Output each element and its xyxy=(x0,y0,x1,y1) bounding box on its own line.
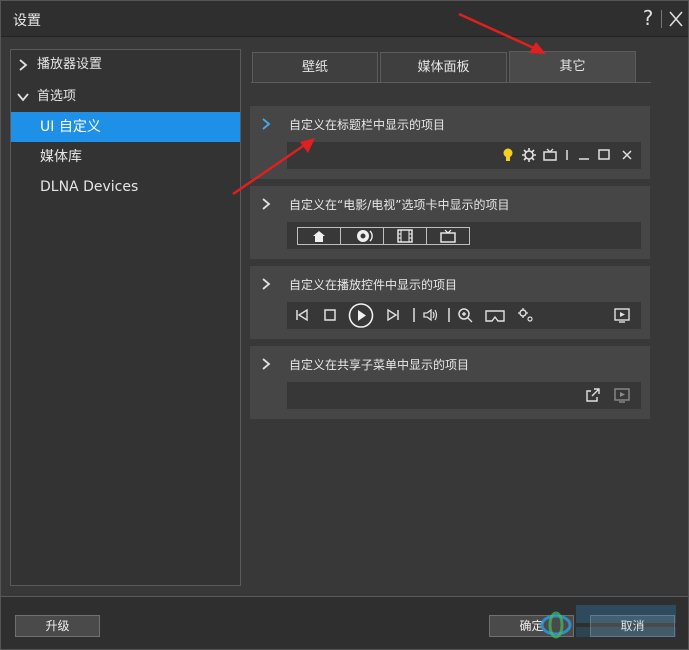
help-button[interactable]: ? xyxy=(639,5,657,31)
sidebar-item-media-library[interactable]: 媒体库 xyxy=(11,142,240,172)
tv-icon xyxy=(440,229,456,243)
tab-underline xyxy=(251,82,651,83)
section-title: 自定义在共享子菜单中显示的项目 xyxy=(289,358,470,372)
volume-icon[interactable] xyxy=(422,306,440,324)
zoom-icon[interactable] xyxy=(456,306,474,324)
sidebar-item-ui-customize[interactable]: UI 自定义 xyxy=(11,112,240,142)
section-titlebar-items: 自定义在标题栏中显示的项目 xyxy=(250,106,650,179)
close-icon xyxy=(669,11,683,27)
sidebar-item-dlna-devices[interactable]: DLNA Devices xyxy=(11,172,240,202)
upgrade-button[interactable]: 升级 xyxy=(15,615,100,637)
section-playback-controls: 自定义在播放控件中显示的项目 xyxy=(250,266,650,339)
vr-icon[interactable] xyxy=(484,307,506,325)
close-icon[interactable] xyxy=(618,146,636,164)
title-bar: 设置 ? xyxy=(1,1,688,37)
tab-wallpaper[interactable]: 壁纸 xyxy=(252,52,378,83)
movie-tv-items-bar xyxy=(287,222,641,249)
cast-icon[interactable] xyxy=(613,306,631,324)
minimize-icon[interactable] xyxy=(575,146,593,164)
chevron-right-icon[interactable] xyxy=(260,356,272,372)
skip-back-icon[interactable] xyxy=(293,306,311,324)
segment-home[interactable] xyxy=(298,228,341,244)
close-button[interactable] xyxy=(667,9,685,29)
window-title: 设置 xyxy=(13,13,41,29)
section-title: 自定义在播放控件中显示的项目 xyxy=(289,278,458,292)
chevron-right-icon[interactable] xyxy=(260,196,272,212)
sidebar-item-label: 媒体库 xyxy=(40,149,82,165)
gear-icon[interactable] xyxy=(520,146,538,164)
chevron-right-icon xyxy=(19,59,28,71)
chevron-right-icon[interactable] xyxy=(260,116,272,132)
sidebar-item-label: DLNA Devices xyxy=(40,179,139,195)
skip-forward-icon[interactable] xyxy=(384,306,402,324)
share-submenu-bar xyxy=(287,382,641,409)
playback-controls-bar xyxy=(287,302,641,329)
chevron-right-icon[interactable] xyxy=(260,276,272,292)
film-icon xyxy=(397,229,413,243)
segment-film[interactable] xyxy=(384,228,427,244)
settings-dialog: 设置 ? 播放器设置 首选项 UI 自定义 媒体库 DLNA Devices 壁… xyxy=(0,0,689,650)
tab-other[interactable]: 其它 xyxy=(509,51,636,83)
settings-sidebar: 播放器设置 首选项 UI 自定义 媒体库 DLNA Devices xyxy=(10,49,241,586)
sidebar-group-preferences[interactable]: 首选项 xyxy=(11,82,240,112)
stop-icon[interactable] xyxy=(321,306,339,324)
section-movie-tv-items: 自定义在“电影/电视”选项卡中显示的项目 xyxy=(250,186,650,259)
titlebar-items-bar xyxy=(287,142,641,169)
maximize-icon[interactable] xyxy=(595,146,613,164)
sidebar-item-label: UI 自定义 xyxy=(40,119,101,135)
chevron-down-icon xyxy=(17,93,29,102)
sidebar-group-player-settings[interactable]: 播放器设置 xyxy=(11,50,240,80)
bulb-icon[interactable] xyxy=(499,146,517,164)
section-title: 自定义在标题栏中显示的项目 xyxy=(289,118,446,132)
segment-tv[interactable] xyxy=(427,228,470,244)
tv-icon[interactable] xyxy=(541,146,559,164)
section-title: 自定义在“电影/电视”选项卡中显示的项目 xyxy=(289,198,510,212)
play-icon[interactable] xyxy=(348,302,374,329)
divider-icon xyxy=(413,308,415,322)
divider-icon xyxy=(566,150,568,160)
sidebar-group-label: 播放器设置 xyxy=(37,57,103,72)
segment-disc[interactable] xyxy=(341,228,384,244)
watermark-logo xyxy=(540,605,676,639)
cast-icon[interactable] xyxy=(613,386,631,404)
title-divider xyxy=(661,10,662,28)
home-icon xyxy=(313,231,325,242)
sidebar-group-label: 首选项 xyxy=(37,89,77,104)
tab-media-panel[interactable]: 媒体面板 xyxy=(380,52,507,83)
movie-tv-segment-group xyxy=(297,227,470,245)
share-external-icon[interactable] xyxy=(584,386,602,404)
disc-icon xyxy=(357,230,373,242)
section-share-submenu: 自定义在共享子菜单中显示的项目 xyxy=(250,346,650,419)
settings-gears-icon[interactable] xyxy=(516,306,534,324)
